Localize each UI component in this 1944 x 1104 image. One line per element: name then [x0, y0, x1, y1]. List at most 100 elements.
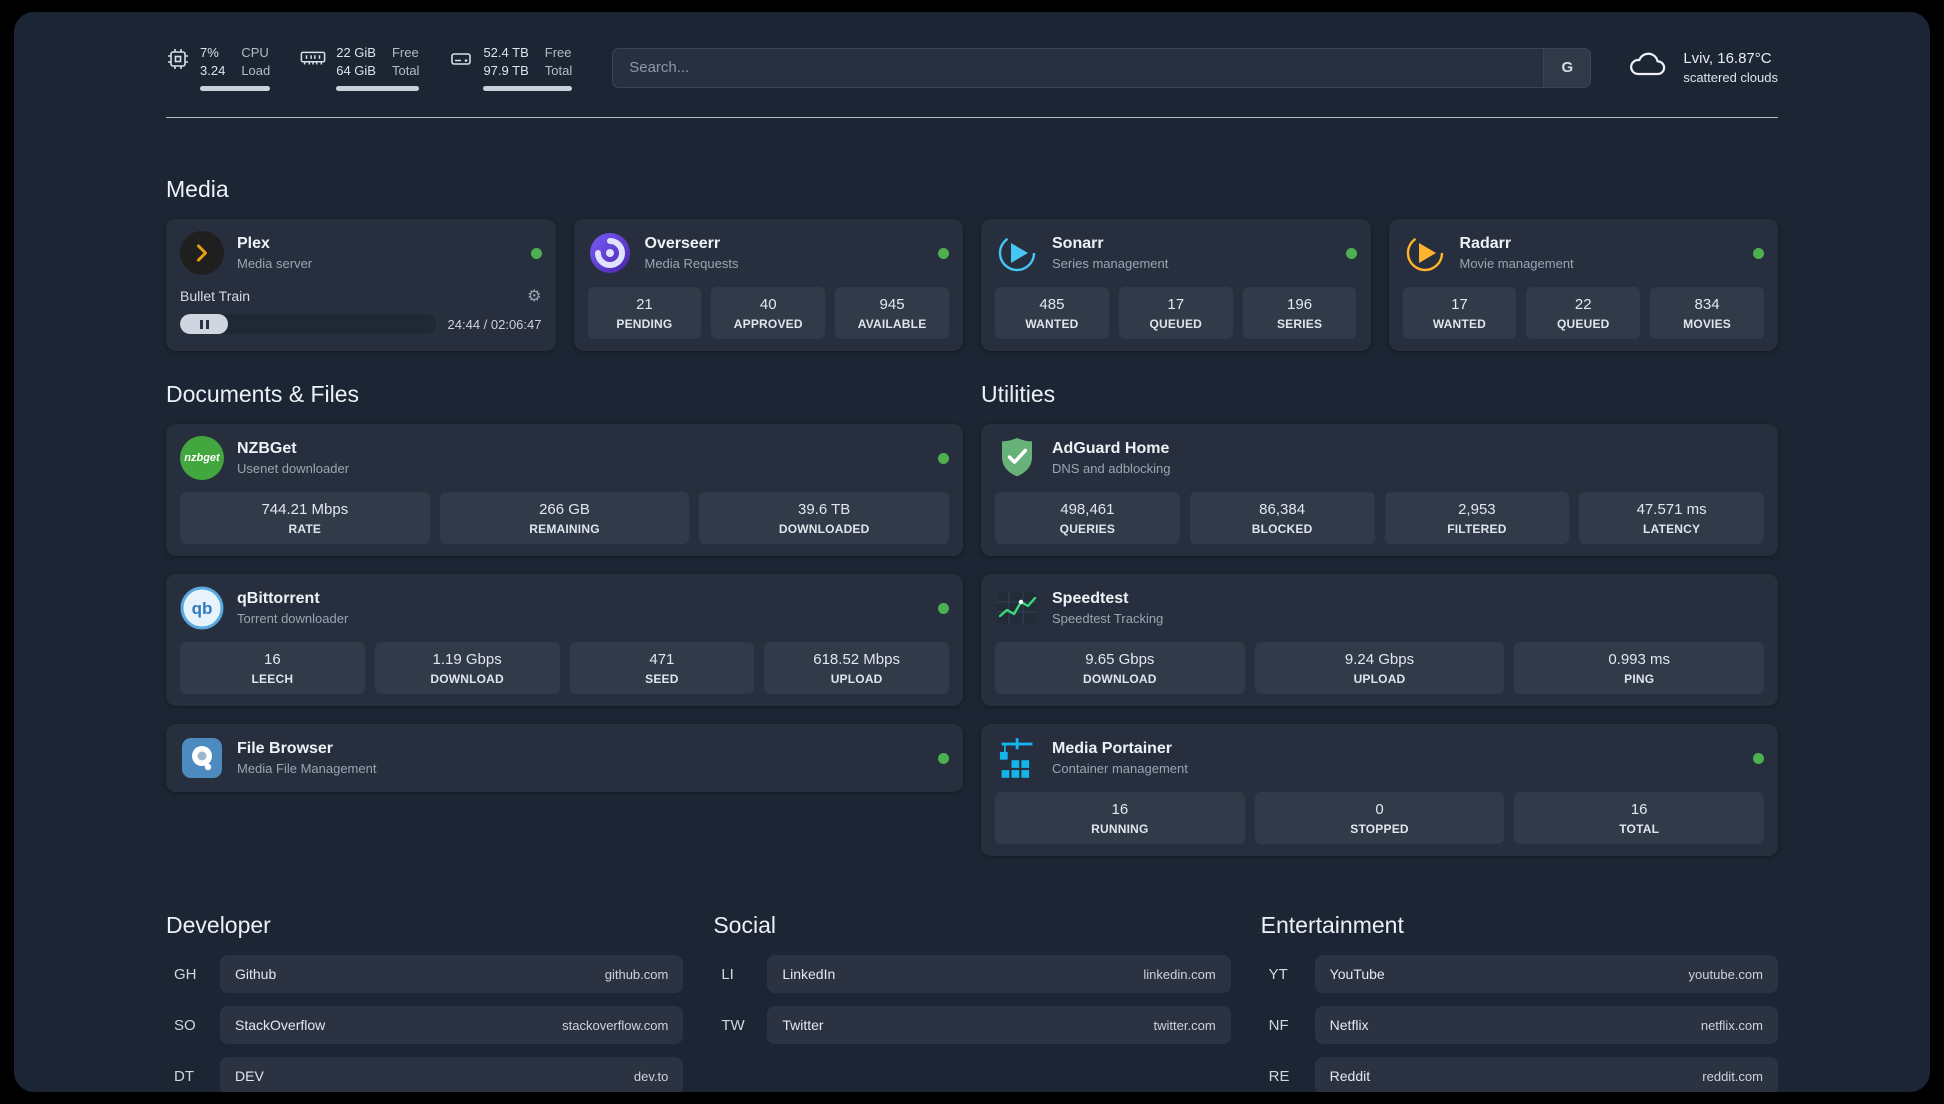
link-url: stackoverflow.com — [562, 1017, 669, 1033]
cpu-load: 3.24 — [200, 63, 226, 79]
developer-section: Developer GH Github github.com SO StackO… — [166, 912, 684, 1092]
app-name: NZBGet — [237, 440, 297, 458]
plex-icon — [180, 231, 224, 276]
status-dot — [1345, 247, 1357, 259]
section-title-developer: Developer — [166, 912, 271, 939]
cpu-icon — [166, 47, 190, 76]
disk-free: 52.4 TB — [483, 45, 529, 60]
search-bar: G — [612, 47, 1592, 88]
radarr-card[interactable]: Radarr Movie management 17 WANTED 22 QUE… — [1388, 219, 1778, 352]
disk-label-1: Free — [544, 45, 572, 60]
link-twitter[interactable]: TW Twitter twitter.com — [713, 1006, 1231, 1045]
stat-blocked: 86,384 BLOCKED — [1189, 492, 1375, 545]
now-playing-title: Bullet Train — [180, 288, 251, 305]
link-name: LinkedIn — [782, 966, 836, 983]
app-name: Radarr — [1459, 235, 1512, 253]
ram-free: 22 GiB — [336, 45, 376, 60]
documents-section: Documents & Files nzbget NZBGet Usenet d… — [166, 351, 963, 793]
speedtest-card[interactable]: Speedtest Speedtest Tracking 9.65 Gbps D… — [981, 574, 1778, 707]
disk-label-2: Total — [544, 63, 573, 79]
app-desc: Media server — [237, 256, 313, 272]
overseerr-card[interactable]: Overseerr Media Requests 21 PENDING 40 A… — [573, 219, 963, 352]
cloud-icon — [1625, 49, 1669, 86]
qbittorrent-card[interactable]: qb qBittorrent Torrent downloader 16 LEE… — [166, 574, 963, 707]
cpu-label-1: CPU — [241, 45, 269, 60]
link-abbr: YT — [1268, 965, 1288, 983]
stat-stopped: 0 STOPPED — [1254, 792, 1505, 845]
settings-gear-icon[interactable]: ⚙ — [527, 286, 541, 306]
app-name: AdGuard Home — [1052, 440, 1170, 458]
app-desc: DNS and adblocking — [1052, 461, 1171, 477]
app-name: Media Portainer — [1052, 740, 1173, 758]
stat-download: 1.19 Gbps DOWNLOAD — [374, 642, 560, 695]
app-desc: Torrent downloader — [237, 611, 349, 627]
link-url: twitter.com — [1153, 1017, 1216, 1033]
playback-time: 24:44 / 02:06:47 — [447, 316, 542, 332]
link-netflix[interactable]: NF Netflix netflix.com — [1261, 1006, 1778, 1045]
link-abbr: SO — [174, 1016, 196, 1034]
app-desc: Series management — [1052, 256, 1169, 272]
link-name: StackOverflow — [235, 1017, 326, 1034]
weather-widget[interactable]: Lviv, 16.87°C scattered clouds — [1625, 49, 1778, 87]
status-dot — [1753, 247, 1764, 259]
entertainment-section: Entertainment YT YouTube youtube.com NF … — [1261, 912, 1778, 1092]
dashboard-page: 7% 3.24 CPU Load 22 GiB 64 GiB Free Tota… — [14, 12, 1930, 1092]
portainer-card[interactable]: Media Portainer Container management 16 … — [981, 724, 1778, 857]
link-url: github.com — [604, 966, 669, 982]
stat-remaining: 266 GB REMAINING — [439, 492, 690, 545]
plex-card[interactable]: Plex Media server Bullet Train ⚙ 24:44 /… — [166, 219, 556, 352]
link-reddit[interactable]: RE Reddit reddit.com — [1261, 1057, 1778, 1092]
filebrowser-icon — [180, 736, 224, 780]
adguard-card[interactable]: AdGuard Home DNS and adblocking 498,461 … — [981, 424, 1778, 557]
cpu-percent: 7% — [200, 45, 219, 60]
stat-upload: 9.24 Gbps UPLOAD — [1254, 642, 1505, 695]
sonarr-card[interactable]: Sonarr Series management 485 WANTED 17 Q… — [981, 219, 1371, 352]
search-input[interactable] — [612, 47, 1544, 88]
stat-approved: 40 APPROVED — [711, 287, 826, 340]
stat-rate: 744.21 Mbps RATE — [180, 492, 430, 545]
status-dot — [938, 602, 949, 614]
link-youtube[interactable]: YT YouTube youtube.com — [1261, 955, 1778, 994]
topbar-divider — [166, 117, 1778, 119]
app-desc: Media Requests — [644, 256, 739, 272]
link-url: netflix.com — [1700, 1017, 1763, 1033]
section-title-utilities: Utilities — [981, 381, 1056, 408]
link-dev[interactable]: DT DEV dev.to — [166, 1057, 684, 1092]
link-url: linkedin.com — [1143, 966, 1216, 982]
stat-movies: 834 MOVIES — [1650, 287, 1764, 340]
pause-icon[interactable] — [180, 314, 228, 335]
section-title-social: Social — [713, 912, 776, 939]
stat-available: 945 AVAILABLE — [835, 287, 949, 340]
stat-running: 16 RUNNING — [995, 792, 1245, 845]
disk-monitor: 52.4 TB 97.9 TB Free Total — [449, 44, 573, 92]
link-name: YouTube — [1329, 966, 1385, 983]
ram-total: 64 GiB — [336, 63, 376, 79]
app-frame: 7% 3.24 CPU Load 22 GiB 64 GiB Free Tota… — [0, 0, 1944, 1104]
app-desc: Movie management — [1459, 256, 1574, 272]
ram-label-1: Free — [391, 45, 419, 60]
link-url: reddit.com — [1702, 1068, 1763, 1084]
speedtest-icon — [995, 586, 1039, 630]
link-url: dev.to — [633, 1068, 669, 1084]
search-engine-button[interactable]: G — [1543, 47, 1592, 88]
app-desc: Speedtest Tracking — [1052, 611, 1164, 627]
ram-usage-bar — [336, 86, 420, 92]
link-name: Reddit — [1329, 1068, 1371, 1085]
status-dot — [530, 247, 542, 259]
stat-downloaded: 39.6 TB DOWNLOADED — [699, 492, 950, 545]
app-name: File Browser — [237, 740, 334, 758]
media-grid: Plex Media server Bullet Train ⚙ 24:44 /… — [166, 219, 1778, 352]
playback-progress-bar[interactable] — [180, 314, 436, 335]
filebrowser-card[interactable]: File Browser Media File Management — [166, 724, 963, 793]
stat-queued: 17 QUEUED — [1118, 287, 1233, 340]
status-dot — [938, 247, 949, 259]
link-linkedin[interactable]: LI LinkedIn linkedin.com — [713, 955, 1231, 994]
nzbget-card[interactable]: nzbget NZBGet Usenet downloader 744.21 M… — [166, 424, 963, 557]
svg-text:qb: qb — [192, 599, 213, 618]
section-title-documents: Documents & Files — [166, 381, 360, 408]
link-stackoverflow[interactable]: SO StackOverflow stackoverflow.com — [166, 1006, 684, 1045]
app-desc: Usenet downloader — [237, 461, 350, 477]
link-github[interactable]: GH Github github.com — [166, 955, 684, 994]
stat-pending: 21 PENDING — [587, 287, 702, 340]
app-desc: Media File Management — [237, 761, 377, 777]
